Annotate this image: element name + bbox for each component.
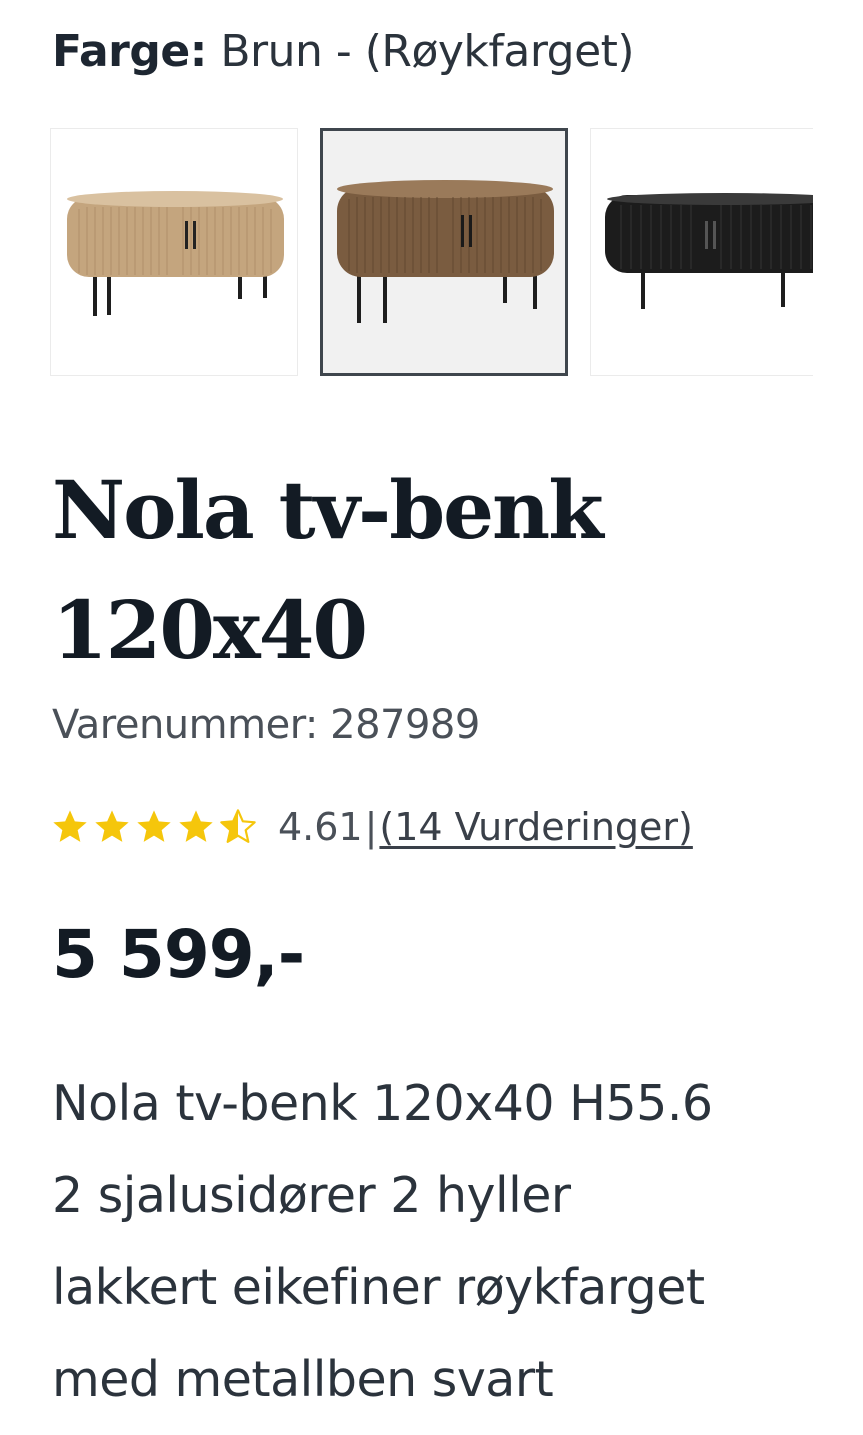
product-title-line-1: Nola tv-benk — [52, 463, 604, 557]
product-rating: 4.61 | (14 Vurderinger) — [50, 800, 693, 854]
rating-score: 4.61 — [278, 805, 363, 849]
reviews-link[interactable]: (14 Vurderinger) — [379, 805, 692, 849]
color-value: Brun - (Røykfarget) — [220, 26, 635, 77]
product-title: Nola tv-benk 120x40 — [52, 450, 772, 690]
product-description: Nola tv-benk 120x40 H55.6 2 sjalusidører… — [52, 1058, 842, 1426]
rating-stars — [50, 807, 260, 847]
swatch-black[interactable] — [590, 128, 813, 376]
product-sku: Varenummer: 287989 — [52, 702, 480, 748]
rating-separator: | — [364, 805, 378, 849]
product-title-line-2: 120x40 — [52, 583, 368, 677]
star-full-icon — [179, 810, 213, 842]
product-price: 5 599,- — [52, 916, 305, 993]
color-swatch-list — [50, 128, 813, 378]
description-line: 2 sjalusidører 2 hyller — [52, 1167, 571, 1224]
star-full-icon — [53, 810, 87, 842]
description-line: Nola tv-benk 120x40 H55.6 — [52, 1075, 713, 1132]
tv-bench-smoked-oak-image — [337, 180, 554, 323]
color-selector-label: Farge: Brun - (Røykfarget) — [52, 24, 635, 80]
description-line: lakkert eikefiner røykfarget — [52, 1259, 705, 1316]
star-full-icon — [95, 810, 129, 842]
description-line: med metallben svart — [52, 1351, 554, 1408]
color-label: Farge: — [52, 26, 207, 77]
swatch-natural-oak[interactable] — [50, 128, 298, 376]
star-half-icon — [220, 809, 256, 843]
star-full-icon — [137, 810, 171, 842]
tv-bench-black-image — [605, 193, 813, 309]
swatch-smoked-oak[interactable] — [320, 128, 568, 376]
tv-bench-natural-oak-image — [67, 191, 284, 316]
